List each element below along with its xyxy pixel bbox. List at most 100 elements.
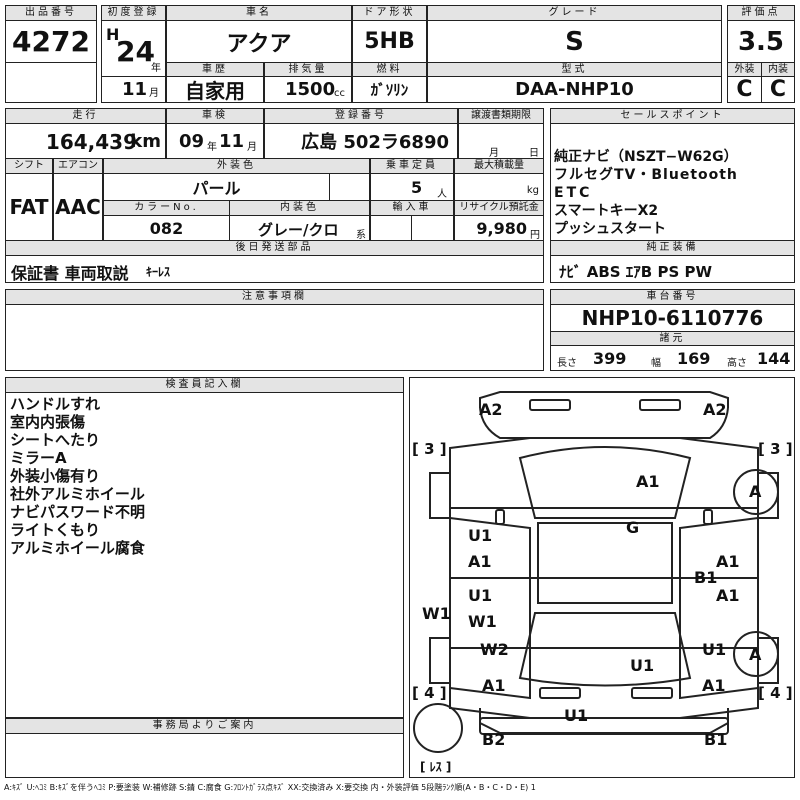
mileage-cell: 164,439 km xyxy=(5,123,166,159)
year-unit: 年 xyxy=(151,63,161,74)
inspector-note: シートへたり xyxy=(10,431,101,449)
body-color-blank xyxy=(329,173,370,201)
inspection-year: 09 xyxy=(179,131,205,152)
specs-cell: 長さ 399 幅 169 高さ 144 xyxy=(550,345,795,371)
damage-mark: A1 xyxy=(702,676,726,695)
inspector-note: ハンドルすれ xyxy=(10,395,101,413)
displacement-cell: 1500 cc xyxy=(264,76,352,103)
inspector-note: ナビパスワード不明 xyxy=(10,503,146,521)
inspector-note: ミラーA xyxy=(10,449,67,467)
damage-mark: [ 3 ] xyxy=(412,440,447,458)
damage-mark: [ ﾚｽ ] xyxy=(420,760,452,774)
height-label: 高さ xyxy=(727,358,747,369)
plate-number: 広島 502ラ6890 xyxy=(264,123,458,159)
month-unit: 月 xyxy=(149,88,159,99)
first-registration-month: 11 月 xyxy=(101,76,166,103)
damage-mark: A1 xyxy=(716,552,740,571)
recycle-fee: 9,980 xyxy=(476,219,527,238)
lot-number: 4272 xyxy=(5,20,97,63)
recycle-label: リサイクル預託金 xyxy=(454,200,544,216)
inspector-note: アルミホイール腐食 xyxy=(10,539,145,557)
damage-mark: A1 xyxy=(468,552,492,571)
shift-label: シフト xyxy=(5,158,53,174)
damage-mark: B1 xyxy=(704,730,728,749)
body-color-label: 外装色 xyxy=(103,158,370,174)
history-label: 車歴 xyxy=(166,62,264,77)
chassis-number-label: 車台番号 xyxy=(550,289,795,305)
notes-area xyxy=(5,304,544,371)
score: 3.5 xyxy=(727,20,795,63)
genuine-equipment-label: 純正装備 xyxy=(550,240,795,256)
damage-mark: G xyxy=(626,518,640,537)
capacity: 5 xyxy=(411,178,423,197)
later-parts-small: ｷｰﾚｽ xyxy=(146,265,171,279)
max-load-unit: kg xyxy=(526,185,539,196)
first-registration-year: H 24 年 xyxy=(101,20,166,77)
aircon-label: エアコン xyxy=(53,158,103,174)
interior-color-cell: グレー/クロ 系 xyxy=(229,215,370,241)
mileage: 164,439 xyxy=(45,130,137,154)
lot-number-label: 出品番号 xyxy=(5,5,97,21)
first-registration-label: 初度登録 xyxy=(101,5,166,21)
transfer-deadline-cell: 月 日 xyxy=(458,123,544,159)
damage-mark: [ 4 ] xyxy=(758,684,793,702)
width: 169 xyxy=(677,349,711,368)
transfer-deadline-label: 譲渡書類期限 xyxy=(458,108,544,124)
later-parts-label: 後日発送部品 xyxy=(5,240,544,256)
sales-point: フルセグTV・Bluetooth xyxy=(554,167,738,183)
notes-label: 注意事項欄 xyxy=(5,289,544,305)
interior-color: グレー/クロ xyxy=(258,221,339,239)
damage-mark: U1 xyxy=(468,526,493,545)
inspection-month: 11 xyxy=(219,131,245,152)
office-notice-label: 事務局よりご案内 xyxy=(5,718,404,734)
mileage-unit: km xyxy=(130,131,161,152)
damage-diagram: A2 A2 [ 3 ] [ 3 ] A1 A G U1 A1 A1 B1 U1 … xyxy=(409,377,795,778)
exterior-grade-label: 外装 xyxy=(727,62,762,77)
damage-mark: A2 xyxy=(479,400,503,419)
door-type: 5HB xyxy=(352,20,427,63)
displacement-unit: cc xyxy=(334,88,345,99)
legend-footer: A:ｷｽﾞ U:ﾍｺﾐ B:ｷｽﾞを伴うﾍｺﾐ P:要塗装 W:補修跡 S:錆 … xyxy=(4,783,536,792)
damage-mark: A1 xyxy=(716,586,740,605)
sales-point: 純正ナビ（NSZT−W62G） xyxy=(554,149,738,165)
grade: S xyxy=(427,20,722,63)
aircon: AAC xyxy=(53,173,103,241)
inspection-month-unit: 月 xyxy=(247,142,257,153)
damage-mark: A1 xyxy=(636,472,660,491)
inspection-year-unit: 年 xyxy=(207,142,217,153)
damage-mark: B1 xyxy=(694,568,718,587)
mileage-label: 走行 xyxy=(5,108,166,124)
interior-color-unit: 系 xyxy=(356,230,366,241)
max-load-label: 最大積載量 xyxy=(454,158,544,174)
damage-mark: A2 xyxy=(703,400,727,419)
color-number: 082 xyxy=(103,215,230,241)
import-label: 輸入車 xyxy=(370,200,454,216)
recycle-unit: 円 xyxy=(530,230,540,241)
length-label: 長さ xyxy=(557,358,577,369)
damage-mark: W1 xyxy=(468,612,497,631)
transfer-month-unit: 月 xyxy=(489,148,499,159)
damage-mark: A1 xyxy=(482,676,506,695)
reg-month: 11 xyxy=(122,79,148,100)
genuine-equipment: ﾅﾋﾞ ABS ｴｱB PS PW xyxy=(559,263,713,281)
capacity-label: 乗車定員 xyxy=(370,158,454,174)
displacement: 1500 xyxy=(285,79,336,100)
car-name: アクア xyxy=(166,20,352,63)
genuine-equipment-cell: ﾅﾋﾞ ABS ｴｱB PS PW xyxy=(550,255,795,283)
model-label: 型式 xyxy=(427,62,722,77)
sales-points: 純正ナビ（NSZT−W62G） フルセグTV・Bluetooth ETC スマー… xyxy=(550,123,795,241)
inspector-note: 社外アルミホイール xyxy=(10,485,145,503)
specs-label: 諸元 xyxy=(550,331,795,346)
office-notice-area xyxy=(5,733,404,778)
sales-point: ETC xyxy=(554,185,593,201)
plate-label: 登録番号 xyxy=(264,108,458,124)
damage-mark: U1 xyxy=(702,640,727,659)
inspector-note: 室内内張傷 xyxy=(10,413,86,431)
damage-mark: U1 xyxy=(630,656,655,675)
door-type-label: ドア形状 xyxy=(352,5,427,21)
inspection-cell: 09 年 11 月 xyxy=(166,123,264,159)
import-cell-1 xyxy=(370,215,412,241)
inspector-note: 外装小傷有り xyxy=(10,467,101,485)
lot-number-blank xyxy=(5,62,97,103)
capacity-cell: 5 人 xyxy=(370,173,454,201)
